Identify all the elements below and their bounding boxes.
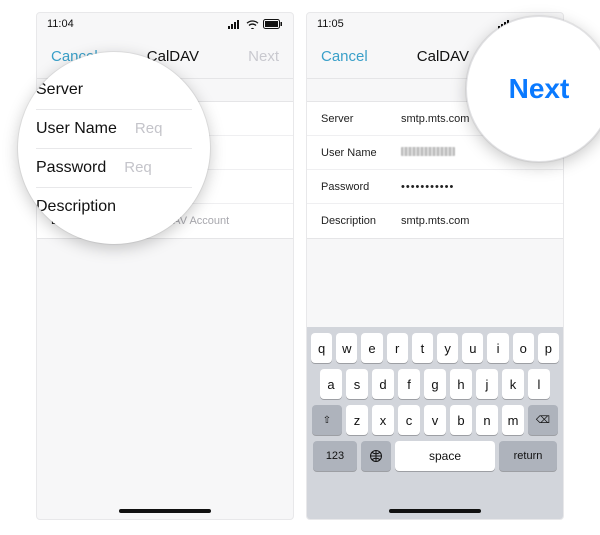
key-i[interactable]: i: [487, 333, 508, 363]
password-label: Password: [321, 181, 401, 193]
key-e[interactable]: e: [361, 333, 382, 363]
keyboard-row-1: qwertyuiop: [311, 333, 559, 363]
key-f[interactable]: f: [398, 369, 420, 399]
status-time: 11:05: [317, 18, 344, 30]
server-label: Server: [321, 113, 401, 125]
lens-username-row: User Name Req: [36, 110, 192, 149]
lens-password-row: Password Req: [36, 149, 192, 188]
key-return[interactable]: return: [499, 441, 557, 471]
lens-username-placeholder: Req: [135, 120, 163, 137]
key-s[interactable]: s: [346, 369, 368, 399]
keyboard-row-3: ⇧zxcvbnm⌫: [311, 405, 559, 435]
wifi-icon: [246, 20, 259, 29]
keyboard-row-bottom: 123 space return: [311, 441, 559, 471]
key-n[interactable]: n: [476, 405, 498, 435]
key-q[interactable]: q: [311, 333, 332, 363]
key-o[interactable]: o: [513, 333, 534, 363]
lens-description-row: Description: [36, 188, 192, 226]
description-row[interactable]: Description smtp.mts.com: [307, 204, 563, 238]
password-value: •••••••••••: [401, 181, 549, 193]
zoom-lens-next: Next: [466, 16, 600, 162]
home-indicator: [389, 509, 481, 513]
key-p[interactable]: p: [538, 333, 559, 363]
key-123[interactable]: 123: [313, 441, 357, 471]
battery-icon: [263, 19, 283, 29]
key-z[interactable]: z: [346, 405, 368, 435]
key-l[interactable]: l: [528, 369, 550, 399]
key-w[interactable]: w: [336, 333, 357, 363]
lens-next-button[interactable]: Next: [509, 73, 570, 105]
lens-server-row: Server: [36, 71, 192, 110]
home-indicator: [119, 509, 211, 513]
key-u[interactable]: u: [462, 333, 483, 363]
keyboard-row-2: asdfghjkl: [311, 369, 559, 399]
key-space[interactable]: space: [395, 441, 495, 471]
key-d[interactable]: d: [372, 369, 394, 399]
nav-title: CalDAV: [417, 48, 469, 65]
next-button[interactable]: Next: [248, 48, 279, 65]
key-y[interactable]: y: [437, 333, 458, 363]
key-delete[interactable]: ⌫: [528, 405, 558, 435]
password-row[interactable]: Password •••••••••••: [307, 170, 563, 204]
username-redacted: [401, 147, 455, 156]
key-g[interactable]: g: [424, 369, 446, 399]
key-j[interactable]: j: [476, 369, 498, 399]
key-x[interactable]: x: [372, 405, 394, 435]
username-label: User Name: [321, 147, 401, 159]
key-m[interactable]: m: [502, 405, 524, 435]
description-label: Description: [321, 215, 401, 227]
cancel-button[interactable]: Cancel: [321, 48, 368, 65]
key-shift[interactable]: ⇧: [312, 405, 342, 435]
key-v[interactable]: v: [424, 405, 446, 435]
key-h[interactable]: h: [450, 369, 472, 399]
signal-icon: [228, 20, 242, 29]
lens-password-placeholder: Req: [124, 159, 152, 176]
key-t[interactable]: t: [412, 333, 433, 363]
key-c[interactable]: c: [398, 405, 420, 435]
lens-server-label: Server: [36, 81, 83, 99]
description-value: smtp.mts.com: [401, 215, 549, 227]
lens-password-label: Password: [36, 159, 106, 177]
key-r[interactable]: r: [387, 333, 408, 363]
status-time: 11:04: [47, 18, 74, 30]
key-a[interactable]: a: [320, 369, 342, 399]
key-globe[interactable]: [361, 441, 391, 471]
status-bar: 11:04: [37, 13, 293, 35]
lens-description-label: Description: [36, 198, 116, 216]
keyboard: qwertyuiop asdfghjkl ⇧zxcvbnm⌫ 123 space…: [307, 327, 563, 519]
zoom-lens-fields: Server User Name Req Password Req Descri…: [18, 52, 210, 244]
key-b[interactable]: b: [450, 405, 472, 435]
lens-username-label: User Name: [36, 120, 117, 138]
globe-icon: [369, 449, 383, 463]
status-indicators: [228, 19, 283, 29]
key-k[interactable]: k: [502, 369, 524, 399]
